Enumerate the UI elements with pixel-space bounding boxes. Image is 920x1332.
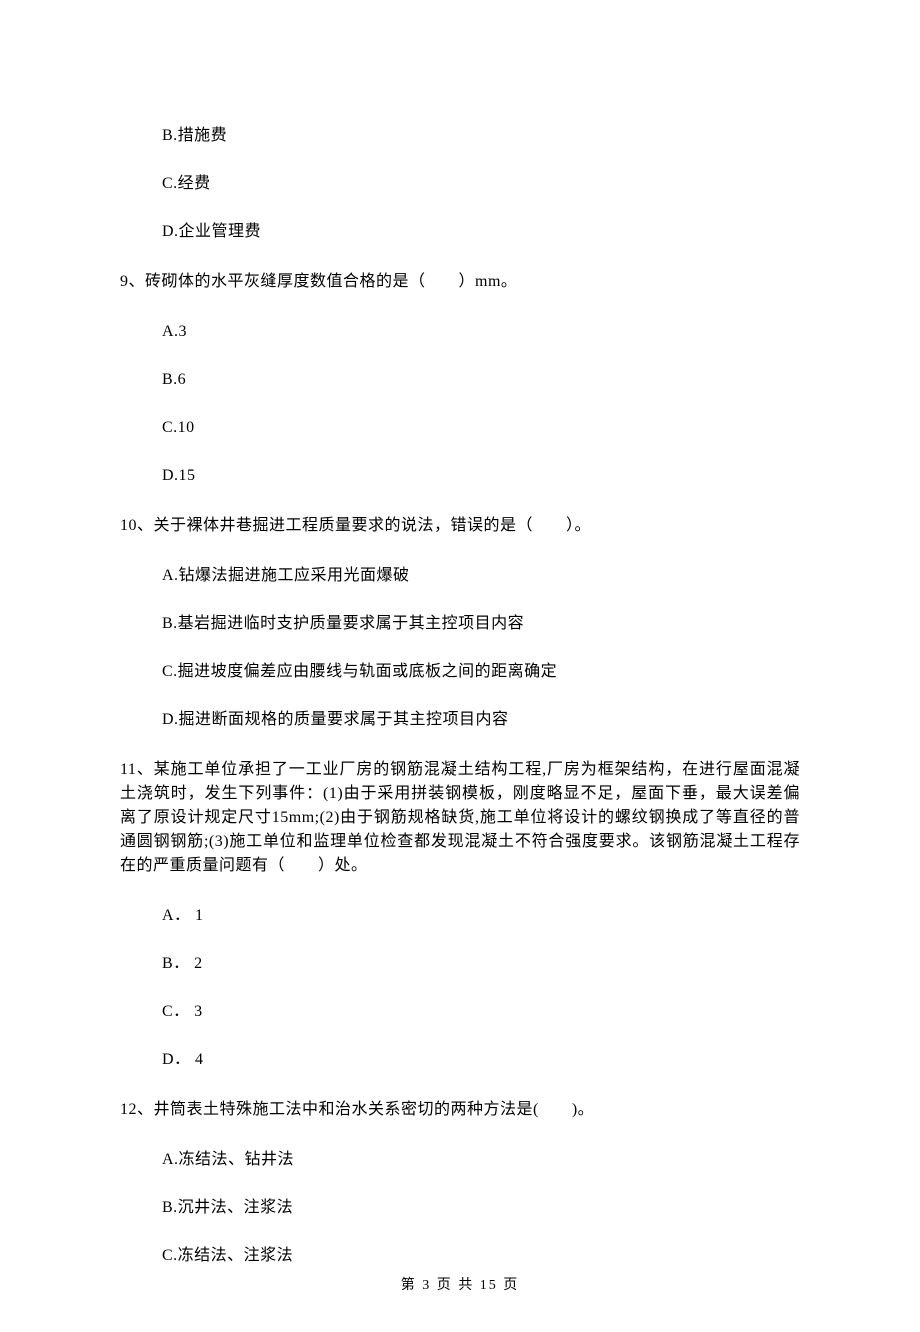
q11-option-c: C． 3 bbox=[162, 1000, 800, 1024]
q10-option-a: A.钻爆法掘进施工应采用光面爆破 bbox=[162, 564, 800, 588]
page-footer: 第 3 页 共 15 页 bbox=[0, 1275, 920, 1296]
q9-option-c: C.10 bbox=[162, 416, 800, 440]
q10-option-c: C.掘进坡度偏差应由腰线与轨面或底板之间的距离确定 bbox=[162, 660, 800, 684]
q10-stem: 10、关于裸体井巷掘进工程质量要求的说法，错误的是（ ）。 bbox=[120, 514, 800, 538]
q11-option-a: A． 1 bbox=[162, 904, 800, 928]
q11-option-d: D． 4 bbox=[162, 1048, 800, 1072]
q9-stem: 9、砖砌体的水平灰缝厚度数值合格的是（ ）mm。 bbox=[120, 270, 800, 294]
q8-option-b: B.措施费 bbox=[162, 124, 800, 148]
q10-option-d: D.掘进断面规格的质量要求属于其主控项目内容 bbox=[162, 708, 800, 732]
q11-stem: 11、某施工单位承担了一工业厂房的钢筋混凝土结构工程,厂房为框架结构，在进行屋面… bbox=[120, 758, 800, 878]
q8-option-d: D.企业管理费 bbox=[162, 220, 800, 244]
q8-option-c: C.经费 bbox=[162, 172, 800, 196]
q9-option-a: A.3 bbox=[162, 320, 800, 344]
q12-option-a: A.冻结法、钻井法 bbox=[162, 1148, 800, 1172]
q12-option-c: C.冻结法、注浆法 bbox=[162, 1244, 800, 1268]
q9-option-d: D.15 bbox=[162, 464, 800, 488]
q10-option-b: B.基岩掘进临时支护质量要求属于其主控项目内容 bbox=[162, 612, 800, 636]
q11-option-b: B． 2 bbox=[162, 952, 800, 976]
q9-option-b: B.6 bbox=[162, 368, 800, 392]
q12-option-b: B.沉井法、注浆法 bbox=[162, 1196, 800, 1220]
q12-stem: 12、井筒表土特殊施工法中和治水关系密切的两种方法是( )。 bbox=[120, 1098, 800, 1122]
document-page: B.措施费 C.经费 D.企业管理费 9、砖砌体的水平灰缝厚度数值合格的是（ ）… bbox=[0, 0, 920, 1332]
